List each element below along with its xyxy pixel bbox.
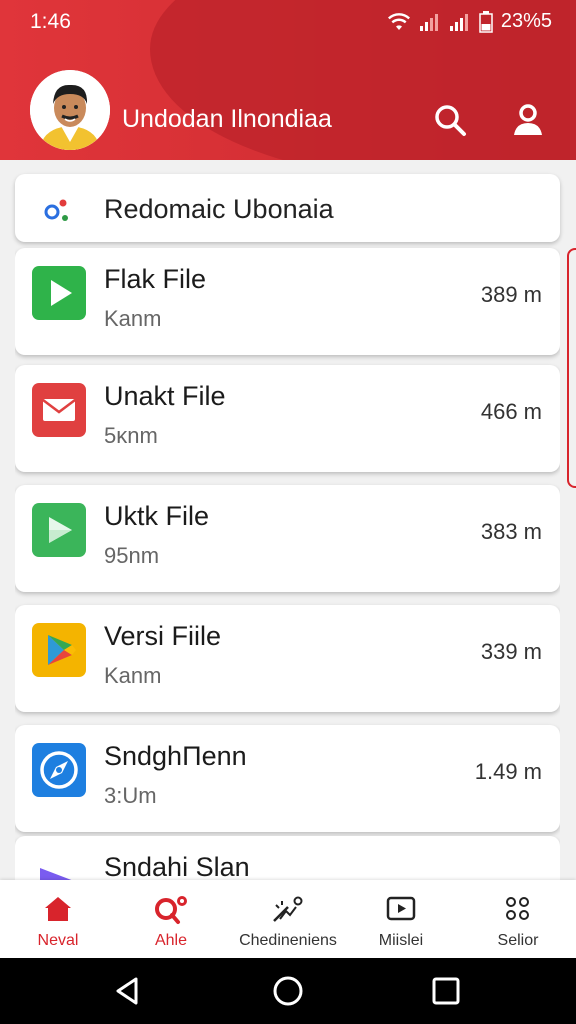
- list-item[interactable]: Versi Fiile Kanm 339 m: [15, 605, 560, 712]
- file-name: Unakt File: [104, 381, 226, 411]
- status-time: 1:46: [30, 10, 71, 33]
- play-store-icon: [32, 623, 86, 677]
- apps-icon: [506, 897, 529, 920]
- search-text: Redomaic Ubonaia: [104, 194, 334, 224]
- nav-label: Chedineniens: [239, 932, 337, 949]
- file-size: 1.49 m: [474, 759, 542, 784]
- battery-text: 23%5: [500, 10, 552, 32]
- file-name: SndghΠenn: [104, 741, 247, 771]
- nav-item-miislei[interactable]: Miislei: [343, 880, 459, 958]
- assistant-icon: [43, 196, 75, 224]
- file-size: 383 m: [480, 519, 542, 544]
- play-icon: [32, 503, 86, 557]
- search-badge-icon: [155, 896, 187, 924]
- file-name: Sndahi Slan: [104, 852, 250, 880]
- status-indicators: 23%5: [387, 10, 552, 33]
- nav-item-chedineniens[interactable]: Chedineniens: [230, 880, 346, 958]
- file-subtitle: Kanm: [104, 306, 162, 331]
- play-icon: [32, 854, 86, 880]
- file-size: 339 m: [480, 639, 542, 664]
- list-item[interactable]: Sndahi Slan: [15, 836, 560, 880]
- mail-icon: [32, 383, 86, 437]
- file-size: 389 m: [480, 282, 542, 307]
- home-circle-icon[interactable]: [272, 975, 304, 1007]
- nav-label: Neval: [37, 932, 79, 949]
- battery-icon: [479, 10, 493, 33]
- list-item[interactable]: SndghΠenn 3:Um 1.49 m: [15, 725, 560, 832]
- video-icon: [386, 896, 416, 921]
- nav-label: Selior: [497, 932, 539, 949]
- nav-item-neval[interactable]: Neval: [0, 880, 116, 958]
- nav-label: Ahle: [154, 932, 188, 949]
- nav-label: Miislei: [378, 932, 424, 949]
- signal-icon: [449, 12, 471, 32]
- list-item[interactable]: Unakt File 5κnm 466 m: [15, 365, 560, 472]
- file-list: Flak File Kanm 389 m Unakt File 5κnm 466…: [15, 246, 560, 880]
- app-header: 1:46 23%5 Undodan Ilnondiaa: [0, 0, 576, 160]
- home-icon: [45, 897, 71, 921]
- wifi-icon: [387, 12, 411, 32]
- bottom-navigation: Neval Ahle Chedineniens Miislei Selior: [0, 880, 576, 958]
- scroll-indicator[interactable]: [567, 248, 576, 488]
- file-subtitle: Kanm: [104, 663, 162, 688]
- back-icon[interactable]: [112, 975, 144, 1007]
- compass-icon: [32, 743, 86, 797]
- wand-icon: [273, 896, 303, 922]
- list-item[interactable]: Flak File Kanm 389 m: [15, 248, 560, 355]
- play-icon: [32, 266, 86, 320]
- search-bar[interactable]: Redomaic Ubonaia: [15, 174, 560, 242]
- system-nav-bar: [0, 958, 576, 1024]
- avatar[interactable]: [30, 70, 110, 150]
- file-size: 466 m: [480, 399, 542, 424]
- search-icon[interactable]: [432, 102, 468, 138]
- nav-item-ahle[interactable]: Ahle: [113, 880, 229, 958]
- file-name: Uktk File: [104, 501, 210, 531]
- file-name: Versi Fiile: [104, 621, 222, 651]
- list-item[interactable]: Uktk File 95nm 383 m: [15, 485, 560, 592]
- nav-item-selior[interactable]: Selior: [460, 880, 576, 958]
- recents-icon[interactable]: [430, 975, 462, 1007]
- status-bar: 1:46 23%5: [0, 0, 576, 44]
- file-subtitle: 5κnm: [104, 423, 158, 448]
- file-name: Flak File: [104, 264, 207, 294]
- page-title: Undodan Ilnondiaa: [122, 105, 332, 133]
- signal-icon: [419, 12, 441, 32]
- file-subtitle: 3:Um: [104, 783, 157, 808]
- account-icon[interactable]: [510, 102, 546, 138]
- file-subtitle: 95nm: [104, 543, 160, 568]
